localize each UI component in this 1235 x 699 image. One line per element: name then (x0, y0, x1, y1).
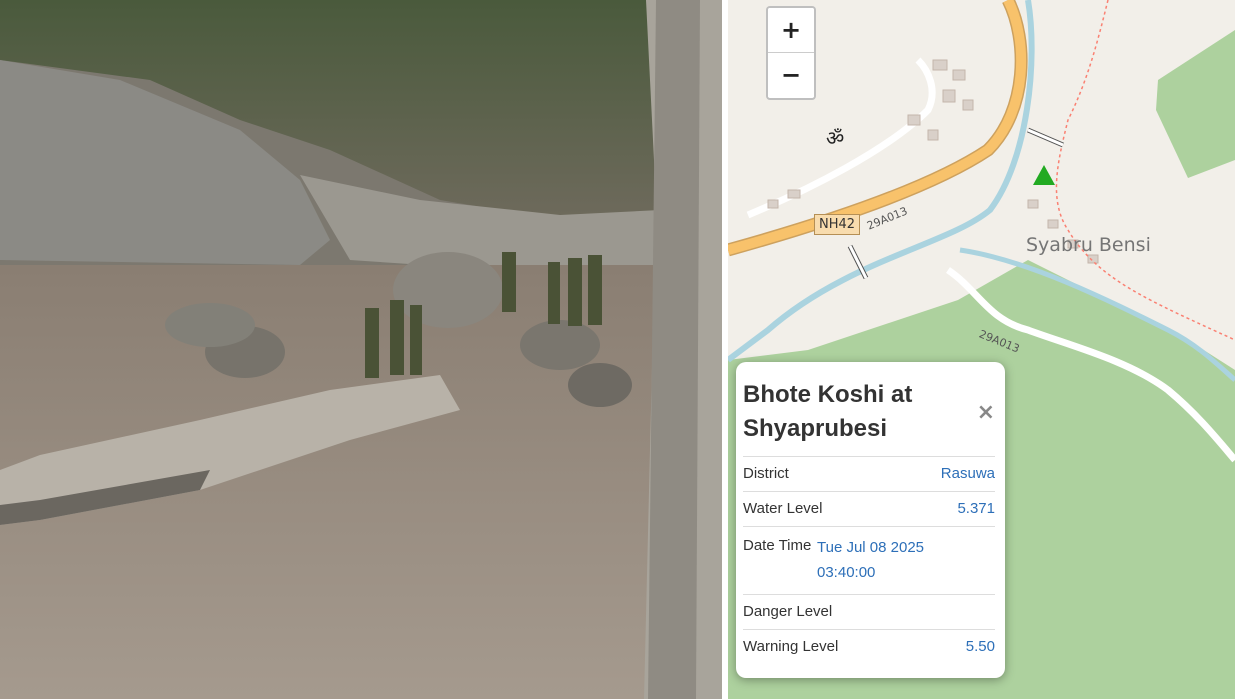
popup-title: Bhote Koshi at Shyaprubesi (743, 381, 913, 442)
road-shield-nh42: NH42 (814, 214, 861, 235)
map-panel[interactable]: ॐ NH42 29A013 29A013 Syabru Bensi + − Bh… (728, 0, 1235, 699)
date-value: Tue Jul 08 2025 (817, 539, 925, 556)
place-of-worship-icon: ॐ (826, 126, 845, 150)
triangle-icon[interactable] (1032, 164, 1056, 186)
row-value: 5.371 (957, 500, 995, 517)
zoom-in-button[interactable]: + (768, 8, 814, 52)
row-value: Tue Jul 08 2025 03:40:00 (817, 535, 924, 585)
close-icon[interactable]: × (977, 400, 995, 425)
zoom-out-button[interactable]: − (768, 52, 814, 97)
row-value: 5.50 (965, 638, 995, 655)
row-label: District (743, 465, 789, 482)
popup-row-district: District Rasuwa (743, 456, 995, 491)
popup-row-date-time: Date Time Tue Jul 08 2025 03:40:00 (743, 526, 995, 594)
popup-row-danger-level: Danger Level (743, 594, 995, 629)
town-label: Syabru Bensi (1026, 234, 1151, 256)
time-value: 03:40:00 (817, 564, 876, 581)
row-label: Water Level (743, 500, 823, 517)
row-label: Danger Level (743, 603, 833, 620)
popup-row-warning-level: Warning Level 5.50 (743, 629, 995, 664)
row-label: Warning Level (743, 638, 839, 655)
row-value: Rasuwa (940, 465, 995, 482)
popup-row-water-level: Water Level 5.371 (743, 491, 995, 526)
row-label: Date Time (743, 537, 812, 554)
station-popup: Bhote Koshi at Shyaprubesi × District Ra… (736, 362, 1005, 678)
photo-illustration (0, 0, 722, 699)
flood-scene-photo (0, 0, 722, 699)
zoom-control: + − (766, 6, 816, 100)
